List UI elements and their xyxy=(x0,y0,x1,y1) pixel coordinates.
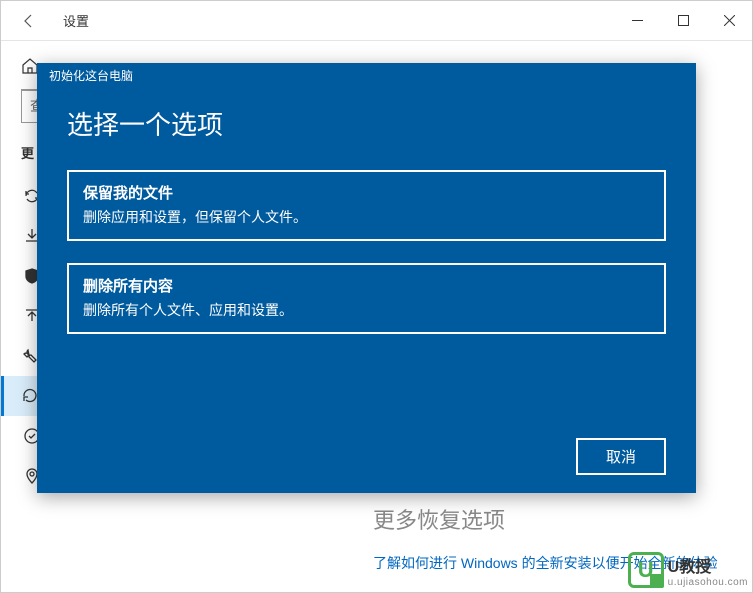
watermark-brand: U教授 xyxy=(668,559,712,576)
close-button[interactable] xyxy=(706,2,752,40)
maximize-button[interactable] xyxy=(660,2,706,40)
main-subheading: 更多恢复选项 xyxy=(373,503,728,535)
option-title: 保留我的文件 xyxy=(83,182,650,203)
modal-titlebar: 初始化这台电脑 xyxy=(37,63,696,91)
reset-pc-modal: 初始化这台电脑 选择一个选项 保留我的文件 删除应用和设置，但保留个人文件。 删… xyxy=(37,63,696,493)
watermark: U U教授 u.ujiasohou.com xyxy=(628,552,748,588)
back-button[interactable] xyxy=(13,5,45,37)
minimize-button[interactable] xyxy=(614,2,660,40)
option-title: 删除所有内容 xyxy=(83,275,650,296)
option-desc: 删除所有个人文件、应用和设置。 xyxy=(83,300,650,320)
option-remove-everything[interactable]: 删除所有内容 删除所有个人文件、应用和设置。 xyxy=(67,263,666,334)
option-desc: 删除应用和设置，但保留个人文件。 xyxy=(83,207,650,227)
modal-heading: 选择一个选项 xyxy=(67,105,666,142)
watermark-logo-icon: U xyxy=(628,552,664,588)
cancel-button[interactable]: 取消 xyxy=(576,438,666,475)
watermark-url: u.ujiasohou.com xyxy=(668,577,748,588)
window-title: 设置 xyxy=(63,11,89,30)
option-keep-files[interactable]: 保留我的文件 删除应用和设置，但保留个人文件。 xyxy=(67,170,666,241)
